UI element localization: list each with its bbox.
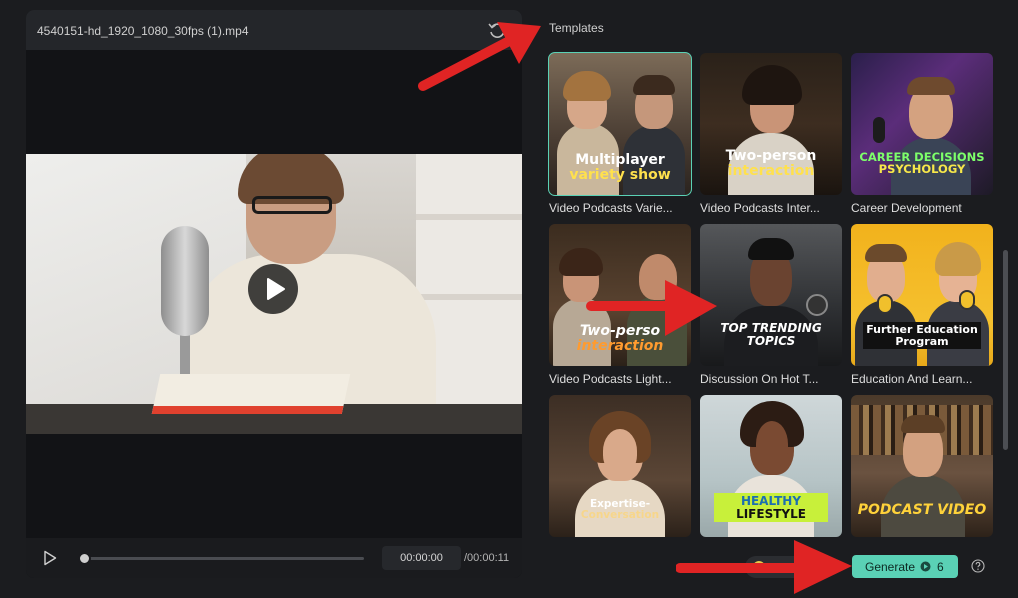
video-frame[interactable] [26,154,522,434]
current-time: 00:00:00 [400,552,443,564]
video-preview-panel: 4540151-hd_1920_1080_30fps (1).mp4 00:00… [26,10,522,578]
template-thumbnail: Expertise- Conversation [549,395,691,537]
help-icon[interactable] [971,559,985,573]
playback-controls: 00:00:00 /00:00:11 [26,538,522,578]
scene-microphone [161,226,209,336]
template-thumbnail: Two-person interaction [700,53,842,195]
template-thumbnail: Further Education Program [851,224,993,366]
thumbnail-caption: CAREER DECISIONS PSYCHOLOGY [859,150,985,177]
template-thumbnail: HEALTHY LIFESTYLE [700,395,842,537]
credits-pill[interactable] [745,556,805,578]
template-thumbnail: TOP TRENDING TOPICS [700,224,842,366]
credit-icon [920,561,931,572]
template-thumbnail: Two-perso interaction [549,224,691,366]
thumbnail-caption: TOP TRENDING TOPICS [720,321,822,348]
scene-book [151,374,351,414]
reset-icon[interactable] [486,19,508,41]
play-icon [267,278,285,300]
templates-heading: Templates [549,21,604,35]
template-name: Video Podcasts Varie... [549,201,673,215]
generate-label: Generate [865,560,916,574]
template-thumbnail: Multiplayer variety show [548,52,692,196]
template-name: Discussion On Hot T... [700,372,819,386]
template-name: Video Podcasts Light... [549,372,672,386]
thumbnail-caption: Expertise- Conversation [580,498,660,522]
template-name: Video Podcasts Inter... [700,201,820,215]
generate-button[interactable]: Generate 6 [852,555,958,578]
thumbnail-caption: Multiplayer variety show [569,152,671,183]
play-overlay-button[interactable] [248,264,298,314]
template-name: Career Development [851,201,962,215]
template-name: Education And Learn... [851,372,973,386]
thumbnail-caption: Further Education Program [863,322,981,350]
template-thumbnail: CAREER DECISIONS PSYCHOLOGY [851,53,993,195]
total-duration: /00:00:11 [464,552,510,564]
seek-bar[interactable] [84,557,364,560]
preview-header: 4540151-hd_1920_1080_30fps (1).mp4 [26,10,522,50]
credit-count: 6 [937,560,944,574]
play-icon[interactable] [42,550,58,566]
thumbnail-caption: Two-person interaction [725,148,817,179]
scrollbar-thumb[interactable] [1003,250,1008,450]
thumbnail-caption: PODCAST VIDEO [857,502,987,518]
current-time-field[interactable]: 00:00:00 [382,546,461,570]
seek-handle[interactable] [78,552,91,565]
thumbnail-caption: Two-perso interaction [576,323,664,354]
file-name: 4540151-hd_1920_1080_30fps (1).mp4 [37,24,249,38]
template-thumbnail: PODCAST VIDEO [851,395,993,537]
thumbnail-caption: HEALTHY LIFESTYLE [714,493,828,523]
